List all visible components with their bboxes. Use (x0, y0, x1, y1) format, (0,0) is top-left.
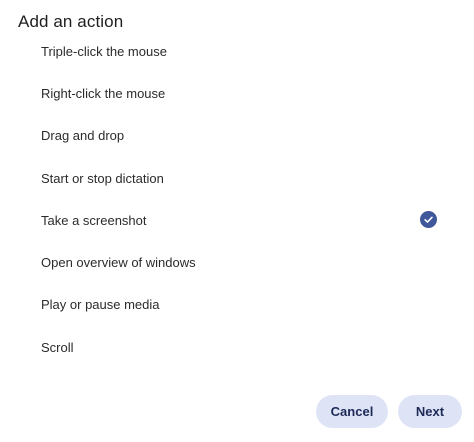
action-item-dictation[interactable]: Start or stop dictation (0, 157, 474, 199)
action-item-scroll[interactable]: Scroll (0, 326, 474, 368)
action-item-label: Triple-click the mouse (41, 44, 167, 59)
dialog-title: Add an action (18, 12, 124, 31)
action-item-drag-and-drop[interactable]: Drag and drop (0, 115, 474, 157)
next-button[interactable]: Next (398, 395, 462, 428)
actions-list: Triple-click the mouse Right-click the m… (0, 44, 474, 368)
actions-list-viewport[interactable]: Triple-click the mouse Right-click the m… (0, 44, 474, 374)
dialog-actions: Cancel Next (316, 395, 462, 428)
action-item-right-click[interactable]: Right-click the mouse (0, 72, 474, 114)
cancel-button[interactable]: Cancel (316, 395, 388, 428)
check-circle-icon (420, 211, 437, 229)
action-item-label: Play or pause media (41, 297, 160, 313)
action-item-label: Take a screenshot (41, 212, 147, 228)
action-item-screenshot[interactable]: Take a screenshot (0, 199, 474, 241)
action-item-label: Start or stop dictation (41, 170, 164, 186)
add-action-dialog: Add an action Triple-click the mouse Rig… (0, 0, 474, 442)
action-item-label: Open overview of windows (41, 255, 196, 271)
action-item-label: Drag and drop (41, 128, 125, 144)
action-item-label: Scroll (41, 339, 74, 355)
action-item-overview-windows[interactable]: Open overview of windows (0, 241, 474, 283)
action-item-play-pause-media[interactable]: Play or pause media (0, 284, 474, 326)
action-item-label: Right-click the mouse (41, 85, 166, 101)
action-item-triple-click[interactable]: Triple-click the mouse (0, 44, 474, 72)
checkmark-glyph (424, 216, 433, 224)
